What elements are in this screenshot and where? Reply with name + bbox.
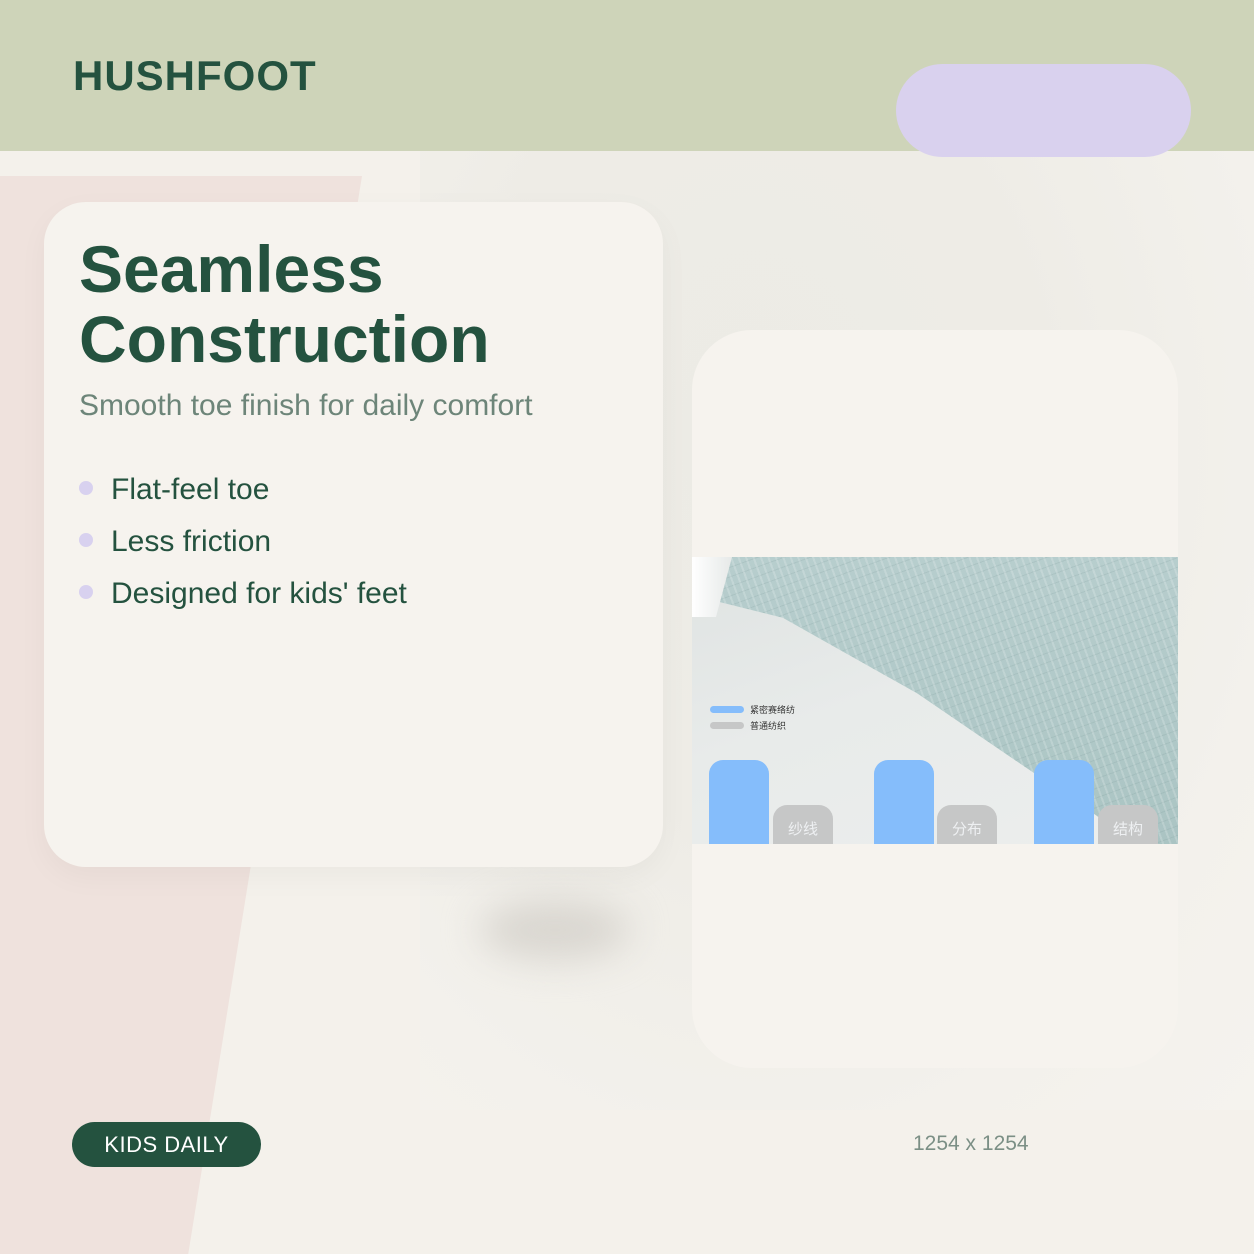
subtitle: Smooth toe finish for daily comfort: [79, 389, 533, 422]
bullet-dot-icon: [79, 585, 93, 599]
background-shadow: [480, 900, 630, 960]
title-line-2: Construction: [79, 302, 490, 376]
header-pill: [896, 64, 1191, 157]
feature-item: Flat-feel toe: [79, 464, 407, 516]
bar-label: 分布: [951, 820, 982, 838]
legend-item: 普通纺织: [710, 717, 795, 733]
product-image: 紧密赛络纺 普通纺织 纱线 分布 结构: [692, 557, 1178, 844]
title-line-1: Seamless: [79, 232, 384, 306]
bar-gray-2: 分布: [937, 805, 997, 844]
feature-item: Designed for kids' feet: [79, 568, 407, 620]
bullet-dot-icon: [79, 533, 93, 547]
category-tag: KIDS DAILY: [72, 1122, 261, 1167]
tag-label: KIDS DAILY: [104, 1131, 229, 1157]
bar-label: 结构: [1112, 820, 1143, 838]
bar-gray-1: 纱线: [773, 805, 833, 844]
legend-label: 普通纺织: [750, 721, 787, 732]
bar-gray-3: 结构: [1098, 805, 1158, 844]
legend-swatch-gray: [710, 721, 744, 729]
header-bar: HUSHFOOT: [0, 0, 1254, 157]
bar-blue-3: [1034, 760, 1094, 844]
legend-item: 紧密赛络纺: [710, 701, 795, 717]
bullet-dot-icon: [79, 481, 93, 495]
feature-label: Designed for kids' feet: [111, 577, 407, 610]
bar-blue-2: [874, 760, 934, 844]
feature-card: Seamless Construction Smooth toe finish …: [44, 202, 663, 867]
bar-blue-1: [709, 760, 769, 844]
legend-swatch-blue: [710, 705, 744, 713]
feature-list: Flat-feel toe Less friction Designed for…: [79, 464, 407, 620]
legend-label: 紧密赛络纺: [750, 705, 796, 716]
product-phone-frame: 紧密赛络纺 普通纺织 纱线 分布 结构: [692, 330, 1178, 1068]
bar-label: 纱线: [787, 820, 818, 838]
feature-label: Flat-feel toe: [111, 473, 270, 506]
chart-legend: 紧密赛络纺 普通纺织: [710, 701, 795, 733]
feature-item: Less friction: [79, 516, 407, 568]
page-title: Seamless Construction: [79, 234, 639, 374]
dimensions-label: 1254 x 1254: [913, 1132, 1029, 1155]
feature-label: Less friction: [111, 525, 272, 558]
brand-logo: HUSHFOOT: [73, 52, 317, 99]
